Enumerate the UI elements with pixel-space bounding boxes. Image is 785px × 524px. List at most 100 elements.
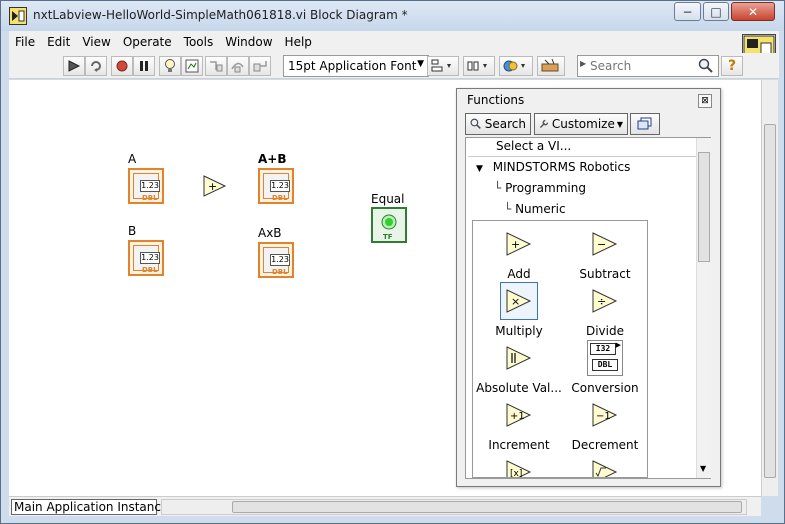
tree-item-numeric[interactable]: └ Numeric [504, 202, 566, 216]
search-icon [470, 118, 481, 129]
round-icon: [x] [500, 453, 538, 478]
reorder-icon[interactable] [499, 56, 533, 76]
control-a-value: 1.23 [140, 180, 160, 192]
palette-tree: Select a VI... ▼ MINDSTORMS Robotics └ P… [465, 137, 711, 479]
menu-tools[interactable]: Tools [178, 35, 220, 49]
indicator-equal-terminal[interactable]: TF [371, 207, 407, 243]
indicator-product-type: DBL [272, 268, 288, 276]
function-conversion-label: Conversion [571, 381, 639, 395]
control-a-label: A [128, 152, 137, 166]
square-root-icon [586, 453, 624, 477]
palette-view-button[interactable] [630, 113, 660, 135]
chevron-down-icon: ▼ [616, 119, 623, 129]
horizontal-scroll-thumb[interactable] [232, 501, 742, 513]
help-button[interactable]: ? [721, 56, 743, 76]
search-input[interactable] [590, 58, 694, 74]
menu-view[interactable]: View [76, 35, 116, 49]
step-over-icon[interactable] [227, 56, 249, 76]
svg-text:−: − [597, 238, 606, 251]
conversion-icon: I32 DBL ▶ [586, 339, 624, 377]
palette-search-button[interactable]: Search [465, 113, 531, 135]
svg-text:×: × [511, 295, 520, 308]
run-continuously-icon[interactable] [85, 56, 107, 76]
horizontal-scrollbar[interactable] [161, 499, 747, 515]
svg-text:+: + [511, 238, 520, 251]
title-bar[interactable]: nxtLabview-HelloWorld-SimpleMath061818.v… [1, 1, 784, 31]
svg-text:+1: +1 [510, 411, 525, 422]
subtract-icon: − [586, 225, 624, 263]
led-icon: TF [381, 214, 397, 241]
search-icon[interactable] [698, 58, 714, 74]
search-field[interactable]: ▶ [577, 55, 719, 77]
clean-up-diagram-icon[interactable] [537, 56, 565, 76]
minimize-button[interactable]: − [674, 2, 701, 21]
restore-palette-icon [637, 117, 652, 130]
tree-branch-icon: └ [504, 202, 512, 216]
align-objects-icon[interactable] [427, 56, 459, 76]
pause-icon[interactable] [133, 56, 155, 76]
control-a-type: DBL [142, 194, 158, 202]
vertical-scroll-thumb[interactable] [764, 124, 776, 478]
decrement-icon: −1 [586, 396, 624, 434]
tree-item-programming[interactable]: └ Programming [494, 181, 586, 195]
chevron-down-icon: ▼ [417, 59, 424, 69]
menu-help[interactable]: Help [279, 35, 318, 49]
palette-scroll-thumb[interactable] [698, 152, 710, 262]
svg-text:+: + [208, 180, 217, 193]
increment-icon: +1 [500, 396, 538, 434]
control-b-type: DBL [142, 266, 158, 274]
palette-search-label: Search [484, 117, 526, 131]
distribute-objects-icon[interactable] [463, 56, 495, 76]
abort-icon[interactable] [111, 56, 133, 76]
control-b-label: B [128, 224, 137, 238]
svg-text:[x]: [x] [510, 469, 522, 478]
svg-text:÷: ÷ [597, 295, 606, 308]
close-button[interactable]: ✕ [731, 2, 775, 21]
numeric-functions-grid: + Add − Subtract × Multiply ÷ Divide Abs… [472, 220, 648, 478]
add-icon: + [500, 225, 538, 263]
step-into-icon[interactable] [205, 56, 227, 76]
window-title: nxtLabview-HelloWorld-SimpleMath061818.v… [33, 8, 408, 22]
svg-text:−1: −1 [596, 411, 611, 422]
tree-item-mindstorms-label: MINDSTORMS Robotics [492, 160, 631, 174]
control-a-terminal[interactable]: 1.23 DBL [128, 168, 164, 204]
tree-item-mindstorms[interactable]: ▼ MINDSTORMS Robotics [476, 160, 630, 174]
indicator-product-terminal[interactable]: 1.23 DBL [258, 242, 294, 278]
indicator-sum-terminal[interactable]: 1.23 DBL [258, 168, 294, 204]
palette-title: Functions [467, 93, 525, 107]
control-b-terminal[interactable]: 1.23 DBL [128, 240, 164, 276]
conversion-dbl-label: DBL [592, 359, 618, 371]
palette-customize-button[interactable]: Customize ▼ [534, 113, 628, 135]
application-instance[interactable]: Main Application Instance [11, 499, 168, 515]
block-diagram-icon [9, 7, 27, 25]
add-function-node[interactable]: + [203, 175, 227, 197]
multiply-icon: × [500, 282, 538, 320]
scroll-down-arrow-icon[interactable]: ▼ [700, 464, 706, 473]
menu-operate[interactable]: Operate [117, 35, 178, 49]
font-select[interactable]: 15pt Application Font ▼ [283, 55, 429, 77]
retain-wire-values-icon[interactable] [181, 56, 203, 76]
divide-icon: ÷ [586, 282, 624, 320]
submenu-arrow-icon: ▶ [615, 341, 621, 349]
palette-vertical-scrollbar[interactable]: ▼ [696, 138, 711, 478]
indicator-sum-type: DBL [272, 194, 288, 202]
select-vi-item[interactable]: Select a VI... [496, 139, 571, 153]
font-select-value: 15pt Application Font [288, 59, 417, 73]
tree-item-programming-label: Programming [505, 181, 586, 195]
step-out-icon[interactable] [249, 56, 271, 76]
menu-edit[interactable]: Edit [41, 35, 76, 49]
palette-close-button[interactable]: ⊠ [698, 94, 712, 108]
vertical-scrollbar[interactable] [761, 80, 778, 496]
toolbar: 15pt Application Font ▼ ▶ ? [9, 53, 779, 79]
menu-file[interactable]: File [9, 35, 41, 49]
functions-palette: Functions ⊠ Search Customize ▼ Select a … [456, 88, 721, 487]
maximize-button[interactable]: □ [703, 2, 729, 21]
control-b-value: 1.23 [140, 252, 160, 264]
function-divide-label: Divide [585, 324, 624, 338]
menu-bar: File Edit View Operate Tools Window Help [9, 31, 779, 53]
highlight-execution-icon[interactable] [159, 56, 181, 76]
tree-divider [468, 156, 696, 157]
palette-customize-label: Customize [551, 117, 615, 131]
menu-window[interactable]: Window [219, 35, 278, 49]
run-arrow-icon[interactable] [63, 56, 85, 76]
